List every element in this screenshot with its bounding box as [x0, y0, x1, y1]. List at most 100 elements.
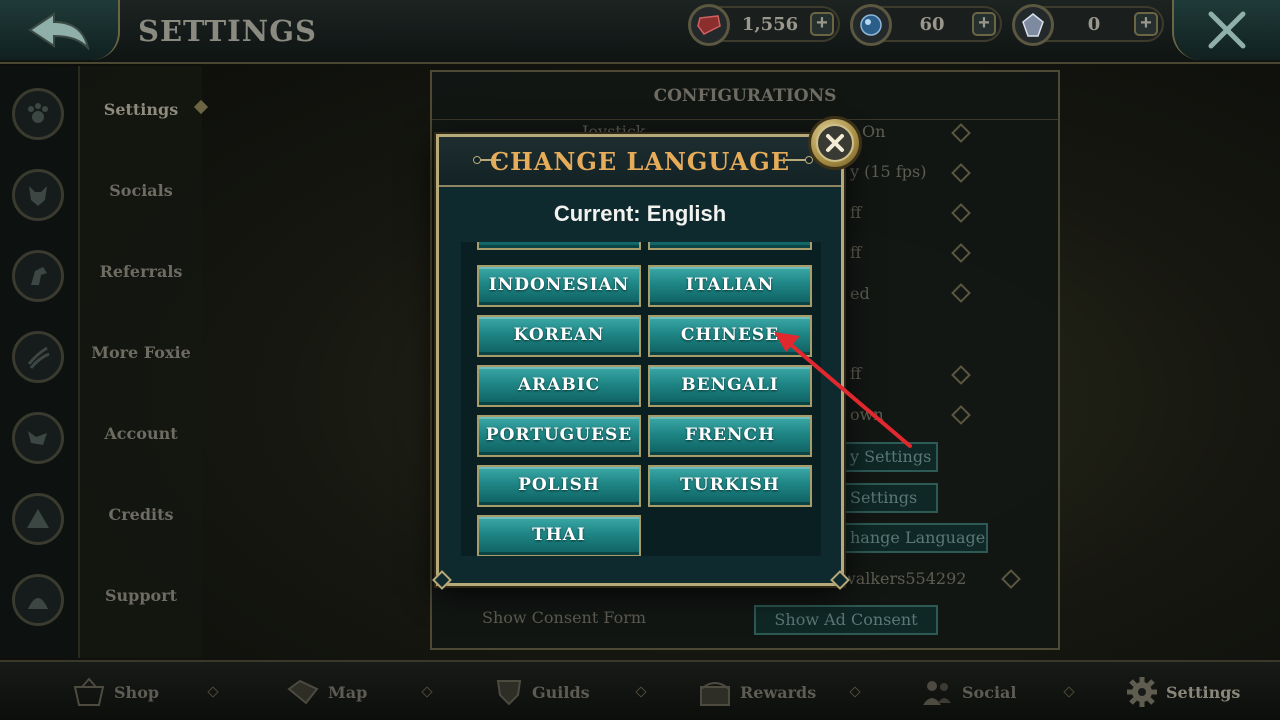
- fps-value: y (15 fps): [850, 162, 927, 181]
- option-value-4: ff: [850, 364, 862, 383]
- back-arrow-icon: [28, 12, 90, 50]
- nav-separator: [849, 686, 861, 698]
- crystal-icon: [1012, 4, 1054, 46]
- subnav-referrals[interactable]: Referrals: [80, 262, 202, 281]
- close-icon: [816, 124, 854, 162]
- user-id: walkers554292: [842, 569, 967, 588]
- language-button-chinese[interactable]: CHINESE: [648, 315, 812, 357]
- language-button-arabic[interactable]: ARABIC: [477, 365, 641, 407]
- ruby-count: 1,556: [741, 14, 799, 35]
- option-arrow[interactable]: [951, 203, 971, 223]
- subnav-account[interactable]: Account: [80, 424, 202, 443]
- dialog-title: CHANGE LANGUAGE: [489, 147, 790, 176]
- add-ruby-button[interactable]: +: [810, 12, 834, 36]
- tent-icon[interactable]: [12, 493, 64, 545]
- nav-shop-label: Shop: [114, 682, 160, 702]
- add-crystal-button[interactable]: +: [1134, 12, 1158, 36]
- language-button-turkish[interactable]: TURKISH: [648, 465, 812, 507]
- horse-icon[interactable]: [12, 250, 64, 302]
- people-icon: [923, 681, 951, 705]
- language-button-hidden[interactable]: [648, 242, 812, 250]
- fox-icon[interactable]: [12, 412, 64, 464]
- shield-icon: [496, 680, 522, 706]
- subnav-credits[interactable]: Credits: [80, 505, 202, 524]
- currency-orb: 60 +: [850, 4, 1002, 46]
- nav-guilds[interactable]: Guilds: [494, 676, 590, 708]
- nav-separator: [207, 686, 219, 698]
- paw-icon[interactable]: [12, 88, 64, 140]
- chest-icon: [700, 682, 730, 706]
- currency-ruby: 1,556 +: [688, 4, 840, 46]
- option-arrow[interactable]: [951, 405, 971, 425]
- subnav-settings[interactable]: Settings: [80, 100, 202, 119]
- subnav-socials[interactable]: Socials: [80, 181, 202, 200]
- exit-settings-button[interactable]: [1172, 0, 1280, 60]
- nav-shop[interactable]: Shop: [72, 676, 159, 708]
- basket-icon: [73, 677, 105, 706]
- nav-settings[interactable]: Settings: [1126, 676, 1240, 708]
- language-button-korean[interactable]: KOREAN: [477, 315, 641, 357]
- language-button-thai[interactable]: THAI: [477, 515, 641, 556]
- change-language-dialog: CHANGE LANGUAGE Current: English INDONES…: [432, 134, 850, 590]
- language-button-portuguese[interactable]: PORTUGUESE: [477, 415, 641, 457]
- orb-count: 60: [919, 14, 945, 35]
- claw-icon[interactable]: [12, 331, 64, 383]
- subnav-support[interactable]: Support: [80, 586, 202, 605]
- settings-subnav: Settings Socials Referrals More Foxie Ac…: [80, 66, 209, 658]
- language-button-french[interactable]: FRENCH: [648, 415, 812, 457]
- nav-separator: [421, 686, 433, 698]
- ruby-icon: [688, 4, 730, 46]
- nav-social-label: Social: [962, 682, 1017, 702]
- option-value-1: ff: [850, 203, 862, 222]
- wolf-icon[interactable]: [12, 169, 64, 221]
- joystick-value: On: [862, 122, 886, 141]
- nav-map-label: Map: [328, 682, 368, 702]
- nav-settings-label: Settings: [1166, 682, 1241, 702]
- show-ad-consent-button[interactable]: Show Ad Consent: [754, 605, 938, 635]
- language-list[interactable]: INDONESIAN ITALIAN KOREAN CHINESE ARABIC…: [461, 242, 821, 556]
- gear-icon: [1127, 677, 1157, 707]
- dialog-header: CHANGE LANGUAGE: [439, 137, 841, 187]
- map-icon: [287, 679, 319, 705]
- configurations-title: CONFIGURATIONS: [432, 72, 1058, 120]
- option-arrow[interactable]: [951, 163, 971, 183]
- bottom-nav: Shop Map Guilds Rewards Social Settings: [0, 660, 1280, 720]
- option-value-5: own: [850, 405, 884, 424]
- option-value-2: ff: [850, 243, 862, 262]
- subnav-more-foxie[interactable]: More Foxie: [80, 343, 202, 362]
- top-bar: SETTINGS 1,556 + 60 + 0 +: [0, 0, 1280, 64]
- nav-map[interactable]: Map: [286, 676, 367, 708]
- nav-social[interactable]: Social: [920, 676, 1017, 708]
- close-dialog-button[interactable]: [808, 116, 862, 170]
- add-orb-button[interactable]: +: [972, 12, 996, 36]
- language-button-italian[interactable]: ITALIAN: [648, 265, 812, 307]
- quality-settings-button[interactable]: y Settings: [842, 442, 938, 472]
- copy-id-arrow[interactable]: [1001, 569, 1021, 589]
- header-ornament: [785, 156, 813, 164]
- language-button-indonesian[interactable]: INDONESIAN: [477, 265, 641, 307]
- option-value-3: ed: [850, 284, 870, 303]
- settings-button[interactable]: Settings: [842, 483, 938, 513]
- back-button[interactable]: [0, 0, 120, 60]
- page-title: SETTINGS: [138, 14, 317, 48]
- option-arrow[interactable]: [951, 243, 971, 263]
- nav-separator: [1063, 686, 1075, 698]
- left-icon-nav: [0, 66, 80, 658]
- game-screen: SETTINGS 1,556 + 60 + 0 + Settings Socia…: [0, 0, 1280, 720]
- option-arrow[interactable]: [951, 283, 971, 303]
- orb-icon: [850, 4, 892, 46]
- current-language: Current: English: [553, 201, 727, 226]
- option-arrow[interactable]: [951, 123, 971, 143]
- consent-form-label: Show Consent Form: [482, 608, 647, 627]
- option-arrow[interactable]: [951, 365, 971, 385]
- nav-rewards-label: Rewards: [740, 682, 817, 702]
- language-button-polish[interactable]: POLISH: [477, 465, 641, 507]
- cave-icon[interactable]: [12, 574, 64, 626]
- language-button-hidden[interactable]: [477, 242, 641, 250]
- nav-rewards[interactable]: Rewards: [698, 676, 816, 708]
- crystal-count: 0: [1087, 14, 1101, 35]
- currency-crystal: 0 +: [1012, 4, 1164, 46]
- language-button-bengali[interactable]: BENGALI: [648, 365, 812, 407]
- change-language-button[interactable]: hange Language: [842, 523, 988, 553]
- crossed-swords-icon: [1208, 11, 1246, 49]
